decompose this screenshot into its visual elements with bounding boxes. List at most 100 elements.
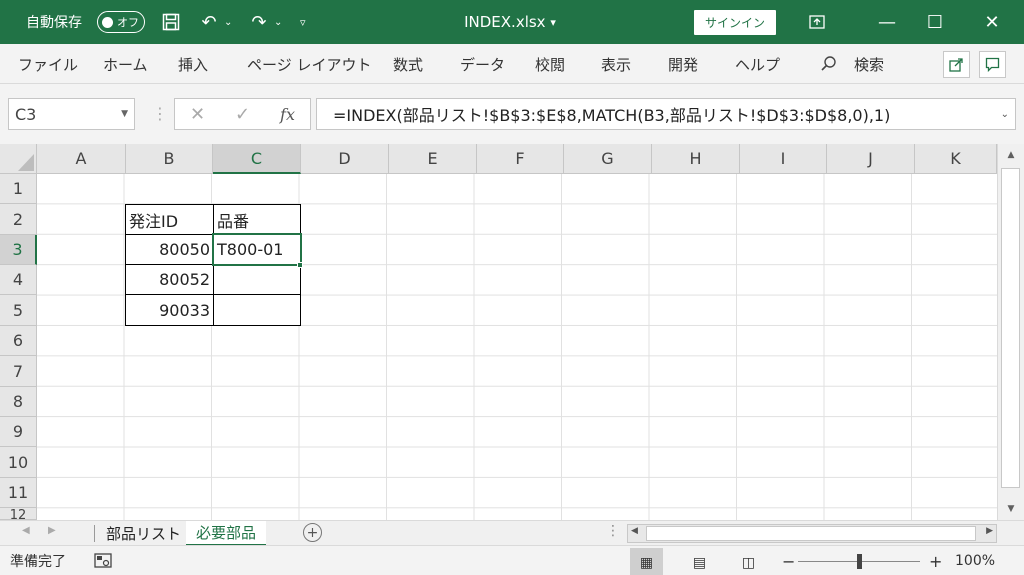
cell-b2[interactable]: 発注ID bbox=[125, 204, 214, 235]
zoom-out-button[interactable]: − bbox=[782, 546, 795, 575]
cell-b3[interactable]: 80050 bbox=[125, 234, 214, 265]
column-header-f[interactable]: F bbox=[477, 144, 564, 174]
row-header-1[interactable]: 1 bbox=[0, 174, 37, 204]
column-header-h[interactable]: H bbox=[652, 144, 740, 174]
formula-bar-grip-icon[interactable]: ⋮ bbox=[152, 104, 168, 123]
column-header-c[interactable]: C bbox=[213, 144, 301, 174]
column-header-j[interactable]: J bbox=[827, 144, 915, 174]
sheet-tab-required-parts[interactable]: 必要部品 bbox=[186, 521, 267, 546]
tab-split-grip-icon[interactable]: ⋮ bbox=[606, 523, 620, 539]
autosave-label: 自動保存 bbox=[26, 15, 82, 31]
tab-separator bbox=[94, 525, 95, 542]
select-all-button[interactable] bbox=[0, 144, 37, 174]
save-icon[interactable] bbox=[157, 0, 185, 44]
active-cell-border bbox=[212, 233, 302, 266]
accessibility-icon[interactable] bbox=[94, 546, 112, 575]
scroll-right-icon[interactable]: ▶ bbox=[986, 526, 993, 536]
tab-developer[interactable]: 開発 bbox=[668, 44, 698, 84]
maximize-icon[interactable]: ☐ bbox=[915, 0, 955, 44]
row-header-3[interactable]: 3 bbox=[0, 235, 37, 265]
signin-button[interactable]: サインイン bbox=[694, 10, 776, 35]
name-box-dropdown-icon[interactable]: ▼ bbox=[121, 109, 128, 119]
tab-view[interactable]: 表示 bbox=[601, 44, 631, 84]
fill-handle[interactable] bbox=[297, 262, 303, 268]
scroll-up-icon[interactable]: ▲ bbox=[998, 150, 1024, 160]
tab-page-layout[interactable]: ページ レイアウト bbox=[247, 44, 371, 84]
tab-review[interactable]: 校閲 bbox=[535, 44, 565, 84]
status-bar: 準備完了 ▦ ▤ ◫ − + 100% bbox=[0, 545, 1024, 575]
comments-icon[interactable] bbox=[979, 51, 1006, 78]
column-header-a[interactable]: A bbox=[37, 144, 126, 174]
ribbon-display-icon[interactable] bbox=[797, 0, 837, 44]
undo-icon[interactable]: ↶ bbox=[195, 0, 223, 44]
next-sheet-icon[interactable]: ▶ bbox=[48, 525, 56, 536]
tab-formulas[interactable]: 数式 bbox=[393, 44, 423, 84]
file-caret-icon: ▾ bbox=[550, 15, 556, 29]
column-header-e[interactable]: E bbox=[389, 144, 477, 174]
column-header-i[interactable]: I bbox=[740, 144, 827, 174]
row-header-12[interactable]: 12 bbox=[0, 508, 37, 520]
cell-b5[interactable]: 90033 bbox=[125, 294, 214, 326]
undo-dropdown-icon[interactable]: ⌄ bbox=[224, 0, 232, 44]
horizontal-scroll-thumb[interactable] bbox=[646, 526, 976, 541]
add-sheet-button[interactable]: + bbox=[303, 523, 322, 542]
zoom-in-button[interactable]: + bbox=[929, 546, 942, 575]
column-header-d[interactable]: D bbox=[301, 144, 389, 174]
row-header-5[interactable]: 5 bbox=[0, 295, 37, 326]
redo-dropdown-icon[interactable]: ⌄ bbox=[274, 0, 282, 44]
cell-c2[interactable]: 品番 bbox=[213, 204, 301, 235]
tab-home[interactable]: ホーム bbox=[103, 44, 148, 84]
prev-sheet-icon[interactable]: ◀ bbox=[22, 525, 30, 536]
cell-area[interactable]: 発注ID 品番 80050 T800-01 80052 90033 bbox=[37, 174, 997, 520]
page-break-view-icon[interactable]: ◫ bbox=[732, 548, 765, 575]
expand-formula-bar-icon[interactable]: ⌄ bbox=[1001, 109, 1009, 120]
page-layout-view-icon[interactable]: ▤ bbox=[683, 548, 716, 575]
row-header-7[interactable]: 7 bbox=[0, 356, 37, 387]
formula-input[interactable]: =INDEX(部品リスト!$B$3:$E$8,MATCH(B3,部品リスト!$D… bbox=[316, 98, 1016, 130]
vertical-scrollbar[interactable]: ▲ ▼ bbox=[997, 144, 1024, 520]
insert-function-icon[interactable]: fx bbox=[265, 105, 310, 124]
row-header-11[interactable]: 11 bbox=[0, 478, 37, 508]
row-header-2[interactable]: 2 bbox=[0, 204, 37, 235]
horizontal-scrollbar[interactable]: ◀ ▶ bbox=[627, 524, 997, 543]
customize-qat-icon[interactable]: ▿ bbox=[300, 0, 306, 44]
column-header-g[interactable]: G bbox=[564, 144, 652, 174]
name-box-value: C3 bbox=[15, 104, 37, 124]
enter-icon[interactable]: ✓ bbox=[220, 104, 265, 125]
minimize-icon[interactable]: — bbox=[867, 0, 907, 44]
sheet-tab-parts-list[interactable]: 部品リスト bbox=[96, 521, 191, 546]
autosave-state: オフ bbox=[117, 16, 139, 29]
close-icon[interactable]: ✕ bbox=[972, 0, 1012, 44]
row-header-8[interactable]: 8 bbox=[0, 387, 37, 417]
tab-data[interactable]: データ bbox=[460, 44, 505, 84]
file-name: INDEX.xlsx bbox=[464, 13, 546, 31]
file-title[interactable]: INDEX.xlsx ▾ bbox=[440, 0, 580, 44]
scroll-down-icon[interactable]: ▼ bbox=[998, 504, 1024, 514]
redo-icon[interactable]: ↷ bbox=[245, 0, 273, 44]
vertical-scroll-thumb[interactable] bbox=[1001, 168, 1020, 488]
toggle-dot-icon bbox=[102, 16, 113, 28]
zoom-level[interactable]: 100% bbox=[955, 546, 995, 575]
search-area[interactable]: 検索 bbox=[820, 44, 884, 84]
column-header-b[interactable]: B bbox=[126, 144, 213, 174]
status-ready: 準備完了 bbox=[10, 554, 66, 570]
autosave-toggle[interactable]: オフ bbox=[97, 11, 145, 33]
column-header-k[interactable]: K bbox=[915, 144, 997, 174]
name-box[interactable]: C3 ▼ bbox=[8, 98, 135, 130]
normal-view-icon[interactable]: ▦ bbox=[630, 548, 663, 575]
cell-b4[interactable]: 80052 bbox=[125, 264, 214, 295]
row-header-6[interactable]: 6 bbox=[0, 326, 37, 356]
tab-insert[interactable]: 挿入 bbox=[178, 44, 208, 84]
cell-c4[interactable] bbox=[213, 264, 301, 295]
row-header-4[interactable]: 4 bbox=[0, 265, 37, 295]
row-header-9[interactable]: 9 bbox=[0, 417, 37, 447]
share-icon[interactable] bbox=[943, 51, 970, 78]
tab-help[interactable]: ヘルプ bbox=[735, 44, 780, 84]
scroll-left-icon[interactable]: ◀ bbox=[631, 526, 638, 536]
tab-file[interactable]: ファイル bbox=[18, 44, 78, 84]
row-header-10[interactable]: 10 bbox=[0, 447, 37, 478]
zoom-slider-thumb[interactable] bbox=[857, 554, 862, 569]
cancel-icon[interactable]: ✕ bbox=[175, 104, 220, 125]
formula-buttons: ✕ ✓ fx bbox=[174, 98, 311, 130]
cell-c5[interactable] bbox=[213, 294, 301, 326]
